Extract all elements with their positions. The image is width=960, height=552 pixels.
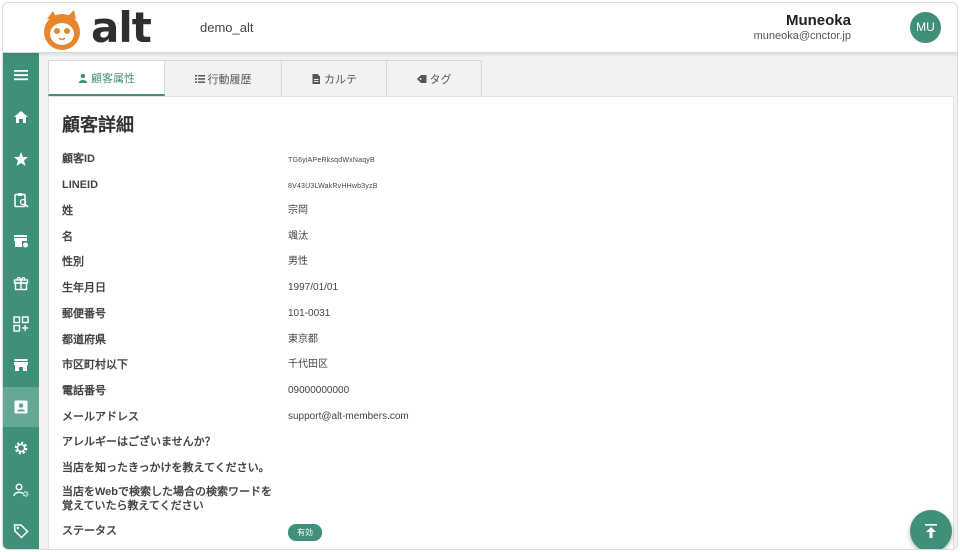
field-value: TG6yiAPeRksqdWxNaqyB [288, 157, 375, 164]
avatar[interactable]: MU [910, 12, 941, 43]
sidebar-item-coupons[interactable] [3, 221, 39, 261]
home-icon [14, 111, 28, 123]
field-label: アレルギーはございませんか？ [62, 436, 216, 448]
field-value: 男性 [288, 256, 308, 267]
field-row-allergy: アレルギーはございませんか？ [62, 435, 942, 461]
scroll-to-top-button[interactable] [910, 510, 952, 549]
alt-logo[interactable]: alt [41, 3, 171, 52]
sidebar [3, 53, 39, 549]
tab-tags[interactable]: タグ [387, 60, 482, 96]
field-label: 電話番号 [62, 385, 106, 397]
tab-label: 顧客属性 [91, 72, 135, 85]
tab-action-history[interactable]: 行動履歴 [165, 60, 282, 96]
sidebar-item-settings[interactable] [3, 428, 39, 468]
logo-text: alt [91, 3, 152, 52]
tab-label: タグ [429, 73, 452, 86]
field-row-city: 市区町村以下 千代田区 [62, 358, 942, 384]
sidebar-item-gifts[interactable] [3, 263, 39, 303]
sidebar-item-tags[interactable] [3, 511, 39, 549]
user-name: Muneoka [785, 12, 851, 29]
field-label: ステータス [62, 525, 117, 537]
storefront-icon [14, 359, 28, 371]
sidebar-item-home[interactable] [3, 97, 39, 137]
field-label: 当店をWebで検索した場合の検索ワードを覚えていたら教えてください [62, 486, 273, 512]
page-title: 顧客詳細 [62, 115, 134, 135]
field-row-birthdate: 生年月日 1997/01/01 [62, 281, 942, 307]
user-settings-icon [13, 483, 29, 497]
star-icon [14, 152, 28, 166]
qr-add-icon [13, 316, 29, 332]
tag-icon [13, 524, 29, 539]
field-label: 顧客ID [62, 153, 95, 165]
tab-bar: 顧客属性 行動履歴 カルテ タグ [48, 60, 482, 96]
user-email: muneoka@cnctor.jp [753, 30, 851, 42]
field-value: 1997/01/01 [288, 282, 339, 293]
field-value: 09000000000 [288, 385, 350, 396]
field-value: 宗岡 [288, 205, 308, 216]
gear-icon [14, 441, 28, 455]
field-row-last-name: 姓 宗岡 [62, 204, 942, 230]
menu-button[interactable] [3, 55, 39, 95]
menu-icon [14, 70, 28, 81]
field-label: 当店を知ったきっかけを教えてください。 [62, 462, 270, 474]
status-badge: 有効 [288, 524, 322, 541]
field-value: 東京都 [288, 334, 318, 345]
field-label: 郵便番号 [62, 308, 106, 320]
contact-card-icon [14, 400, 28, 414]
document-icon [312, 73, 320, 84]
field-label: 市区町村以下 [62, 359, 128, 371]
field-value: 颯汰 [288, 231, 308, 242]
field-row-customer-id: 顧客ID TG6yiAPeRksqdWxNaqyB [62, 152, 942, 178]
tab-label: 行動履歴 [207, 73, 252, 86]
person-icon [78, 73, 88, 83]
field-label: 姓 [62, 205, 73, 217]
field-row-status: ステータス 有効 [62, 524, 942, 549]
sidebar-item-qr[interactable] [3, 304, 39, 344]
field-value: 8V43U3LWakRvHHwb3yzB [288, 183, 378, 190]
sidebar-item-favorites[interactable] [3, 139, 39, 179]
clipboard-search-icon [14, 193, 29, 208]
field-row-first-name: 名 颯汰 [62, 230, 942, 256]
field-label: 名 [62, 231, 73, 243]
field-row-prefecture: 都道府県 東京都 [62, 333, 942, 359]
field-row-phone: 電話番号 09000000000 [62, 384, 942, 410]
sidebar-item-customers[interactable] [3, 387, 39, 427]
field-value: 千代田区 [288, 359, 328, 370]
top-header: alt demo_alt Muneoka muneoka@cnctor.jp M… [3, 3, 957, 53]
org-name: demo_alt [200, 20, 254, 35]
tab-label: カルテ [324, 73, 357, 86]
field-row-email: メールアドレス support@alt-members.com [62, 410, 942, 436]
field-value: 101-0031 [288, 308, 331, 319]
field-row-postal-code: 郵便番号 101-0031 [62, 307, 942, 333]
tag-icon [416, 74, 426, 83]
list-icon [194, 74, 205, 83]
sidebar-item-survey[interactable] [3, 180, 39, 220]
field-label: 生年月日 [62, 282, 106, 294]
sidebar-item-user-settings[interactable] [3, 470, 39, 510]
app-window: alt demo_alt Muneoka muneoka@cnctor.jp M… [2, 2, 958, 550]
field-label: 性別 [62, 256, 84, 268]
tab-karte[interactable]: カルテ [282, 60, 387, 96]
field-value: support@alt-members.com [288, 411, 409, 422]
customer-detail-panel: 顧客詳細 顧客ID TG6yiAPeRksqdWxNaqyB LINEID 8V… [48, 96, 954, 549]
field-label: 都道府県 [62, 334, 106, 346]
logo-mark-icon [44, 10, 80, 50]
main-content: 顧客属性 行動履歴 カルテ タグ 顧客詳細 顧客ID TG6yiAPeRksqd… [39, 53, 957, 549]
field-row-line-id: LINEID 8V43U3LWakRvHHwb3yzB [62, 178, 942, 204]
field-row-referral: 当店を知ったきっかけを教えてください。 [62, 461, 942, 487]
gift-icon [13, 277, 29, 291]
field-label: メールアドレス [62, 411, 139, 423]
field-row-gender: 性別 男性 [62, 255, 942, 281]
tab-customer-attributes[interactable]: 顧客属性 [48, 60, 165, 96]
arrow-up-to-top-icon [925, 524, 937, 538]
field-label: LINEID [62, 179, 99, 191]
field-row-search-keyword: 当店をWebで検索した場合の検索ワードを覚えていたら教えてください [62, 485, 942, 517]
sidebar-item-stores[interactable] [3, 345, 39, 385]
store-badge-icon [14, 235, 28, 248]
